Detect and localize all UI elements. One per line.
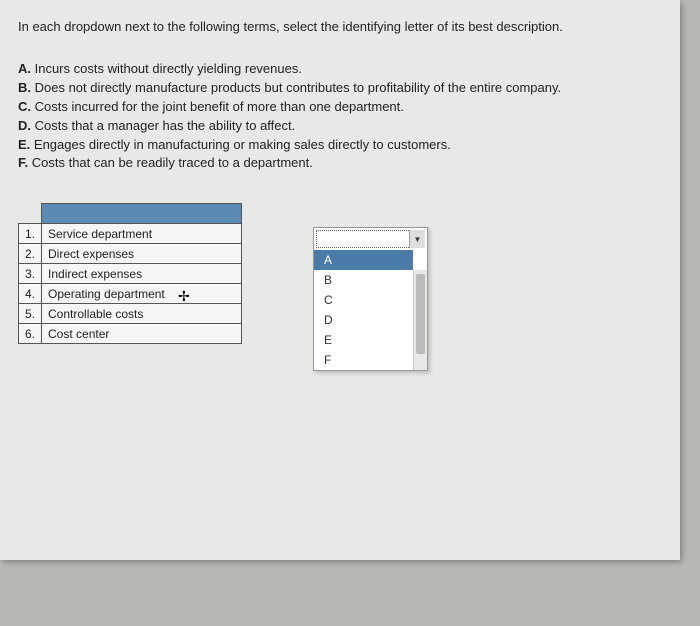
dropdown-option[interactable]: B xyxy=(314,270,413,290)
desc-letter: B. xyxy=(18,80,31,95)
description-item: D. Costs that a manager has the ability … xyxy=(18,117,660,136)
row-num: 5. xyxy=(19,304,42,324)
desc-letter: E. xyxy=(18,137,30,152)
desc-letter: A. xyxy=(18,61,31,76)
description-item: F. Costs that can be readily traced to a… xyxy=(18,154,660,173)
table-row: 1.Service department xyxy=(19,224,242,244)
dropdown-option[interactable]: E xyxy=(314,330,413,350)
table-row: 6.Cost center xyxy=(19,324,242,344)
answer-dropdown[interactable]: ▼ A B C D E F xyxy=(313,227,428,371)
dropdown-option[interactable]: D xyxy=(314,310,413,330)
row-term: Service department xyxy=(42,224,242,244)
desc-text: Costs incurred for the joint benefit of … xyxy=(31,99,404,114)
desc-text: Incurs costs without directly yielding r… xyxy=(31,61,302,76)
desc-letter: F. xyxy=(18,155,28,170)
desc-letter: D. xyxy=(18,118,31,133)
descriptions-list: A. Incurs costs without directly yieldin… xyxy=(18,60,660,173)
row-num: 3. xyxy=(19,264,42,284)
row-num: 6. xyxy=(19,324,42,344)
dropdown-option[interactable]: C xyxy=(314,290,413,310)
description-item: A. Incurs costs without directly yieldin… xyxy=(18,60,660,79)
table-area: 1.Service department 2.Direct expenses 3… xyxy=(18,203,660,344)
desc-text: Does not directly manufacture products b… xyxy=(31,80,561,95)
row-term: Direct expenses xyxy=(42,244,242,264)
table-row: 5.Controllable costs xyxy=(19,304,242,324)
question-page: In each dropdown next to the following t… xyxy=(0,0,680,560)
terms-table: 1.Service department 2.Direct expenses 3… xyxy=(18,203,242,344)
description-item: C. Costs incurred for the joint benefit … xyxy=(18,98,660,117)
dropdown-list: A B C D E F xyxy=(314,250,427,370)
row-num: 4. xyxy=(19,284,42,304)
dropdown-option[interactable]: A xyxy=(314,250,413,270)
desc-text: Costs that a manager has the ability to … xyxy=(31,118,295,133)
row-term: Indirect expenses xyxy=(42,264,242,284)
scrollbar[interactable] xyxy=(413,270,427,370)
dropdown-option[interactable]: F xyxy=(314,350,413,370)
table-row: 3.Indirect expenses xyxy=(19,264,242,284)
row-num: 1. xyxy=(19,224,42,244)
row-num: 2. xyxy=(19,244,42,264)
chevron-down-icon[interactable]: ▼ xyxy=(409,230,425,248)
description-item: E. Engages directly in manufacturing or … xyxy=(18,136,660,155)
table-row: 2.Direct expenses xyxy=(19,244,242,264)
row-term: Controllable costs xyxy=(42,304,242,324)
description-item: B. Does not directly manufacture product… xyxy=(18,79,660,98)
row-term: Operating department xyxy=(42,284,242,304)
desc-letter: C. xyxy=(18,99,31,114)
table-row: 4.Operating department xyxy=(19,284,242,304)
scrollbar-thumb[interactable] xyxy=(416,274,425,354)
dropdown-header[interactable]: ▼ xyxy=(316,230,425,248)
desc-text: Costs that can be readily traced to a de… xyxy=(28,155,313,170)
table-header-row xyxy=(19,204,242,224)
desc-text: Engages directly in manufacturing or mak… xyxy=(30,137,451,152)
row-term: Cost center xyxy=(42,324,242,344)
instruction-text: In each dropdown next to the following t… xyxy=(18,18,660,36)
